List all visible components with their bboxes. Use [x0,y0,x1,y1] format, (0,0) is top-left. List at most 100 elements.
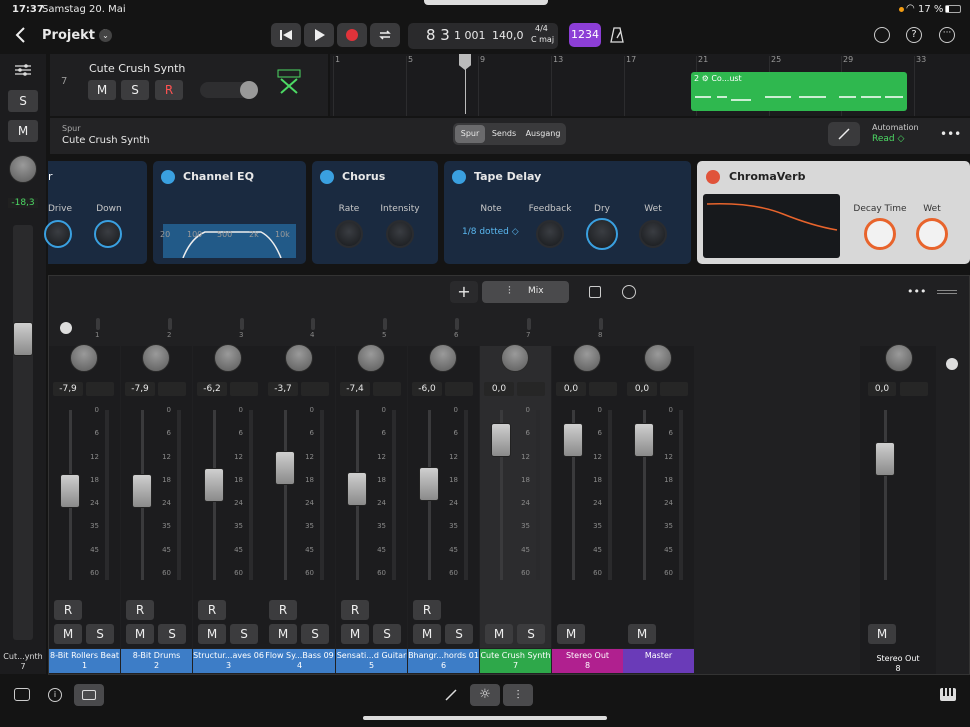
verb-wet-knob[interactable] [916,218,948,250]
play-button[interactable] [304,23,334,47]
right-pan-knob[interactable] [885,344,913,372]
audio-region[interactable]: 2 ⚙ Co...ust [691,72,907,111]
wet-knob[interactable] [639,220,667,248]
automation-mode[interactable]: Read ◇ [872,134,904,144]
inspector-more-icon[interactable]: ••• [940,127,961,141]
dry-knob[interactable] [586,218,618,250]
fader-handle[interactable] [60,474,80,508]
go-to-start-button[interactable] [271,23,301,47]
left-fader-handle[interactable] [13,322,33,356]
track-solo-button[interactable]: S [121,80,149,100]
channel-name-label[interactable]: Cute Crush Synth 7 [480,649,551,673]
count-in-button[interactable]: 1234 [569,23,601,47]
feedback-knob[interactable] [536,220,564,248]
track-volume-slider[interactable] [200,81,258,99]
channel-name-label[interactable]: 8-Bit Rollers Beat 1 [49,649,120,673]
tab-ausgang[interactable]: Ausgang [523,125,563,143]
mute-button[interactable]: M [341,624,369,644]
channel-name-label[interactable]: Bhangr...hords 01 6 [408,649,479,673]
pan-knob[interactable] [285,344,313,372]
drive-knob[interactable] [44,220,72,248]
more-options-icon[interactable]: ··· [939,27,955,43]
fader-handle[interactable] [347,472,367,506]
rate-knob[interactable] [335,220,363,248]
tab-spur[interactable]: Spur [455,125,485,143]
pan-knob[interactable] [214,344,242,372]
down-knob[interactable] [94,220,122,248]
track-header[interactable]: 7 Cute Crush Synth M S R [50,54,328,116]
channel-name-label[interactable]: Sensati...d Guitar 5 [336,649,407,673]
record-arm-button[interactable]: R [413,600,441,620]
solo-button[interactable]: S [230,624,258,644]
mixer-more-icon[interactable]: ••• [907,285,926,298]
mute-button[interactable]: M [557,624,585,644]
mute-button[interactable]: M [54,624,82,644]
edit-pencil-icon[interactable] [444,688,458,702]
pan-knob[interactable] [573,344,601,372]
channel-name-label[interactable]: Flow Sy...Bass 09 4 [264,649,335,673]
record-arm-button[interactable]: R [126,600,154,620]
back-chevron-icon[interactable] [12,26,30,44]
ruler[interactable]: 1 5 9 13 17 21 25 29 33 [330,54,970,116]
mute-button[interactable]: M [413,624,441,644]
view-toggle-button[interactable] [74,684,104,706]
right-mute-button[interactable]: M [868,624,896,644]
solo-button[interactable]: S [445,624,473,644]
keyboard-icon[interactable] [940,688,956,701]
metronome-icon[interactable] [608,26,626,44]
eq-power-icon[interactable] [161,170,175,184]
record-button[interactable] [337,23,367,47]
mixer-resize-handle[interactable] [937,290,957,294]
pan-knob[interactable] [429,344,457,372]
plugin-channel-eq[interactable]: Channel EQ 20 100 500 2k 10k [153,161,306,264]
edit-pencil-button[interactable] [828,122,860,146]
tab-sends[interactable]: Sends [487,125,521,143]
note-value-selector[interactable]: 1/8 dotted ◇ [462,227,519,237]
mixer-view-button[interactable]: ⫶ [503,684,533,706]
record-arm-button[interactable]: R [54,600,82,620]
record-arm-button[interactable]: R [198,600,226,620]
mute-button[interactable]: M [628,624,656,644]
solo-button[interactable]: S [158,624,186,644]
mixer-right-filter-icon[interactable] [946,358,958,370]
plugin-tape-delay[interactable]: Tape Delay Note Feedback Dry Wet 1/8 dot… [444,161,691,264]
fader-handle[interactable] [563,423,583,457]
verb-power-icon[interactable] [706,170,720,184]
intensity-knob[interactable] [386,220,414,248]
mute-button[interactable]: M [126,624,154,644]
mixer-add-button[interactable]: + [450,281,478,303]
fader-handle[interactable] [275,451,295,485]
help-icon[interactable]: ? [906,27,922,43]
track-mute-button[interactable]: M [88,80,116,100]
chorus-power-icon[interactable] [320,170,334,184]
cycle-button[interactable] [370,23,400,47]
left-pan-knob[interactable] [9,155,37,183]
solo-button[interactable]: S [517,624,545,644]
plugin-chromaverb[interactable]: ChromaVerb Decay Time Wet [697,161,970,264]
fader-handle[interactable] [491,423,511,457]
pan-knob[interactable] [501,344,529,372]
plugin-chorus[interactable]: Chorus Rate Intensity [312,161,438,264]
decay-time-knob[interactable] [864,218,896,250]
track-settings-icon[interactable] [14,63,32,77]
mixer-filter-icon[interactable] [60,322,72,334]
channel-name-label[interactable]: Stereo Out 8 [552,649,623,673]
project-menu-chevron-icon[interactable]: ⌄ [99,29,112,42]
track-record-button[interactable]: R [155,80,183,100]
mixer-power-icon[interactable] [622,285,636,299]
plugin-first[interactable]: r Drive Down [44,161,147,264]
fader-handle[interactable] [634,423,654,457]
mute-button[interactable]: M [198,624,226,644]
fader-handle[interactable] [132,474,152,508]
channel-name-label[interactable]: Master [623,649,694,673]
pan-knob[interactable] [70,344,98,372]
mixer-copy-icon[interactable] [589,286,601,298]
mixer-mix-button[interactable]: ⫶ Mix [482,281,569,303]
info-icon[interactable]: i [48,688,62,702]
pan-knob[interactable] [357,344,385,372]
record-arm-button[interactable]: R [341,600,369,620]
left-solo-button[interactable]: S [8,90,38,112]
pan-knob[interactable] [644,344,672,372]
channel-name-label[interactable]: Structur...aves 06 3 [193,649,264,673]
pan-knob[interactable] [142,344,170,372]
